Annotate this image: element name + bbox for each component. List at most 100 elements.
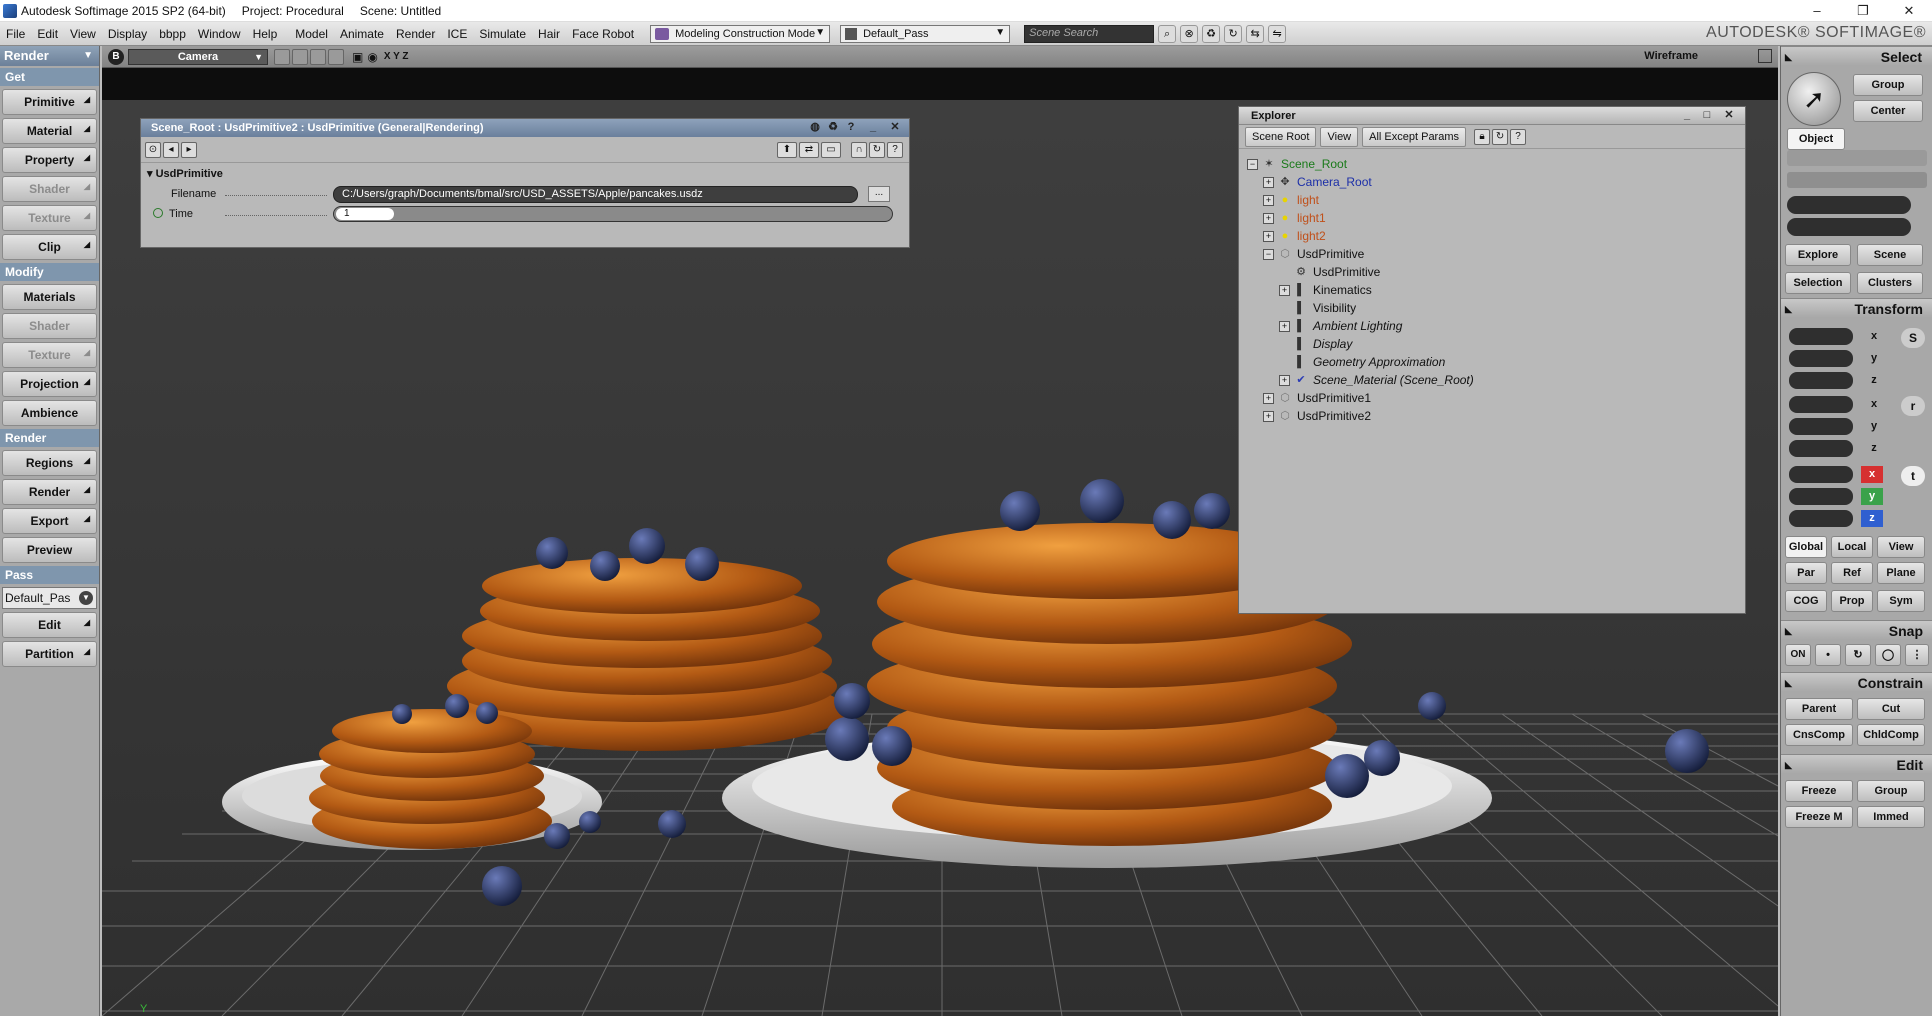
menu-display[interactable]: Display (102, 27, 153, 41)
edit-section-header[interactable]: Edit (1781, 754, 1932, 775)
translate-mode-button[interactable]: t (1901, 466, 1925, 486)
regions-button[interactable]: Regions ◢ (2, 450, 97, 476)
sym-button[interactable]: Sym (1877, 590, 1925, 612)
help-icon[interactable]: ? (887, 141, 903, 158)
expand-icon[interactable]: + (1279, 284, 1290, 296)
lock-icon[interactable]: ∩ (851, 141, 867, 158)
transform-section-header[interactable]: Transform (1781, 298, 1932, 319)
modify-texture-button[interactable]: Texture ◢ (2, 342, 97, 368)
animation-key-icon[interactable] (153, 208, 163, 218)
visibility-eye-icon[interactable]: ◉ (367, 50, 377, 64)
ref-button[interactable]: Ref (1831, 562, 1873, 584)
rotate-z-field[interactable] (1789, 440, 1853, 457)
tree-item[interactable]: + ⬡ UsdPrimitive2 (1263, 407, 1371, 425)
maximize-icon[interactable]: □ (1699, 108, 1715, 123)
recycle-icon[interactable]: ♻ (1202, 24, 1221, 43)
tree-item[interactable]: − ⬡ UsdPrimitive (1263, 245, 1364, 263)
render-button[interactable]: Render ◢ (2, 479, 97, 505)
tree-item[interactable]: + ▌ Ambient Lighting (1279, 317, 1402, 335)
toggle-icon[interactable]: ⇋ (1268, 24, 1287, 43)
recycle-icon[interactable]: ♻ (825, 120, 841, 135)
expand-icon[interactable]: + (1279, 374, 1290, 386)
immed-button[interactable]: Immed (1857, 806, 1925, 828)
snap-curve-icon[interactable]: ↻ (1845, 644, 1871, 666)
lock-icon[interactable]: 🔒︎ (1474, 128, 1491, 145)
menu-face-robot[interactable]: Face Robot (566, 27, 640, 41)
camera-icon[interactable]: ▣ (352, 50, 363, 64)
selection-field-2[interactable] (1787, 218, 1911, 236)
tree-item[interactable]: ⚙ UsdPrimitive (1279, 263, 1380, 281)
pass-edit-button[interactable]: Edit ◢ (2, 612, 97, 638)
materials-button[interactable]: Materials (2, 284, 97, 310)
explore-button[interactable]: Explore (1785, 244, 1851, 266)
ambience-button[interactable]: Ambience (2, 400, 97, 426)
scene-search-input[interactable]: Scene Search (1024, 24, 1155, 43)
tree-item[interactable]: ▌ Display (1279, 335, 1352, 353)
global-button[interactable]: Global (1785, 536, 1827, 558)
previous-icon[interactable]: ◂ (163, 141, 179, 158)
snap-grid-icon[interactable]: ⋮ (1905, 644, 1929, 666)
modify-shader-button[interactable]: Shader (2, 313, 97, 339)
translate-z-field[interactable] (1789, 510, 1853, 527)
export-button[interactable]: Export ◢ (2, 508, 97, 534)
save-preset-icon[interactable]: ⇄ (799, 141, 819, 158)
time-value[interactable]: 1 (336, 208, 394, 220)
cut-button[interactable]: Cut (1857, 698, 1925, 720)
expand-icon[interactable]: + (1263, 392, 1274, 404)
rotate-mode-button[interactable]: r (1901, 396, 1925, 416)
menu-edit[interactable]: Edit (31, 27, 64, 41)
primitive-button[interactable]: Primitive ◢ (2, 89, 97, 115)
menu-file[interactable]: File (0, 27, 31, 41)
translate-y-field[interactable] (1789, 488, 1853, 505)
refresh-icon[interactable]: ↻ (1492, 128, 1509, 145)
tree-item[interactable]: + ● light (1263, 191, 1319, 209)
menu-render[interactable]: Render (390, 27, 441, 41)
chldcomp-button[interactable]: ChldComp (1857, 724, 1925, 746)
object-select-button[interactable]: Object (1787, 128, 1845, 150)
parent-button[interactable]: Parent (1785, 698, 1853, 720)
scene-button[interactable]: Scene (1857, 244, 1923, 266)
group-select-button[interactable]: Group (1853, 74, 1923, 96)
tree-item[interactable]: + ✥ Camera_Root (1263, 173, 1372, 191)
close-button[interactable]: ✕ (1886, 0, 1932, 22)
revert-icon[interactable]: ▭ (821, 141, 841, 158)
property-button[interactable]: Property ◢ (2, 147, 97, 173)
freeze-button[interactable]: Freeze (1785, 780, 1853, 802)
maximize-viewport-icon[interactable] (1758, 49, 1772, 63)
restore-button[interactable]: ❐ (1840, 0, 1886, 22)
scale-mode-button[interactable]: S (1901, 328, 1925, 348)
translate-x-field[interactable] (1789, 466, 1853, 483)
select-filter-dropdown[interactable] (1787, 172, 1927, 188)
tree-item[interactable]: + ● light2 (1263, 227, 1326, 245)
menu-view[interactable]: View (64, 27, 102, 41)
load-preset-icon[interactable]: ⬆ (777, 141, 797, 158)
help-icon[interactable]: ? (1510, 128, 1527, 145)
group-edit-button[interactable]: Group (1857, 780, 1925, 802)
tree-item[interactable]: ▌ Geometry Approximation (1279, 353, 1445, 371)
view-axes[interactable]: X Y Z (384, 51, 409, 62)
menu-simulate[interactable]: Simulate (473, 27, 532, 41)
property-editor-title-bar[interactable]: Scene_Root : UsdPrimitive2 : UsdPrimitiv… (141, 119, 909, 137)
next-icon[interactable]: ▸ (181, 141, 197, 158)
shader-button[interactable]: Shader ◢ (2, 176, 97, 202)
menu-window[interactable]: Window (192, 27, 247, 41)
menu-ice[interactable]: ICE (441, 27, 473, 41)
scale-y-field[interactable] (1789, 350, 1853, 367)
usdprimitive-group-header[interactable]: ▾ UsdPrimitive (141, 163, 909, 184)
lock-icon[interactable]: ◍ (807, 120, 823, 135)
filter-button[interactable]: All Except Params (1362, 126, 1467, 147)
pass-selector[interactable]: Default_Pas ▼ (2, 587, 97, 609)
selection-button[interactable]: Selection (1785, 272, 1851, 294)
cog-button[interactable]: COG (1785, 590, 1827, 612)
view-button[interactable]: View (1320, 126, 1359, 147)
snap-section-header[interactable]: Snap (1781, 620, 1932, 641)
texture-button[interactable]: Texture ◢ (2, 205, 97, 231)
clusters-button[interactable]: Clusters (1857, 272, 1923, 294)
refresh-icon[interactable]: ↻ (1224, 24, 1243, 43)
snap-on-toggle[interactable]: ON (1785, 644, 1811, 666)
tree-item[interactable]: ▌ Visibility (1279, 299, 1356, 317)
time-slider[interactable]: 1 (333, 206, 893, 222)
par-button[interactable]: Par (1785, 562, 1827, 584)
explorer-title-bar[interactable]: Explorer _ □ ✕ (1239, 107, 1745, 125)
expand-icon[interactable]: + (1263, 194, 1274, 206)
